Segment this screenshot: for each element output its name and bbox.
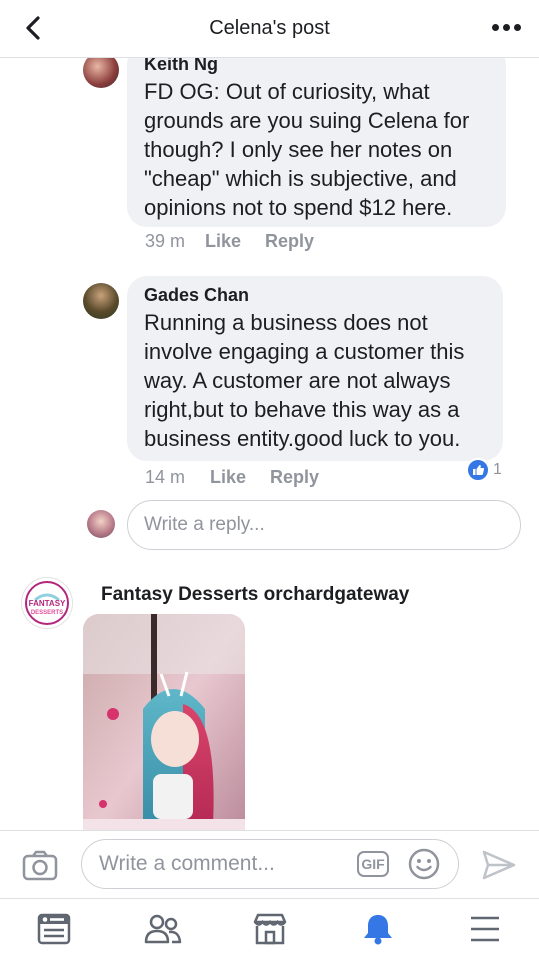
comment-placeholder: Write a comment... (99, 852, 275, 875)
fantasy-desserts-logo: FANTASY DESSERTS (25, 581, 69, 625)
comment-author[interactable]: Keith Ng (144, 57, 492, 75)
current-user-avatar (87, 510, 115, 538)
comment-thread: Keith Ng FD OG: Out of curiosity, what g… (0, 57, 539, 830)
reaction-summary[interactable]: 1 (466, 458, 502, 482)
reply-button[interactable]: Reply (270, 467, 319, 488)
avatar[interactable] (83, 283, 119, 319)
comment-composer: Write a comment... GIF (0, 830, 539, 899)
page-title: Celena's post (209, 17, 330, 39)
reply-input[interactable]: Write a reply... (127, 500, 521, 550)
menu-icon[interactable] (468, 912, 502, 946)
notifications-icon[interactable] (361, 912, 395, 946)
comment-bubble: Keith Ng FD OG: Out of curiosity, what g… (127, 57, 506, 227)
friends-icon[interactable] (144, 912, 182, 946)
more-options-icon[interactable] (492, 24, 521, 31)
comment-text: FD OG: Out of curiosity, what grounds ar… (144, 79, 470, 220)
comment-input[interactable]: Write a comment... GIF (81, 839, 459, 889)
reply-button[interactable]: Reply (265, 231, 314, 252)
comment-meta: 39 m Like Reply (145, 231, 314, 252)
avatar[interactable] (83, 57, 119, 88)
like-reaction-icon (466, 458, 490, 482)
comment-time: 14 m (145, 467, 186, 487)
comment-author[interactable]: Fantasy Desserts orchardgateway (101, 584, 409, 606)
comment-time: 39 m (145, 231, 186, 251)
svg-text:FANTASY: FANTASY (29, 599, 66, 608)
comment-author[interactable]: Gades Chan (144, 284, 489, 306)
top-bar: Celena's post (0, 0, 539, 58)
news-feed-icon[interactable] (37, 912, 71, 946)
comment-bubble: Gades Chan Running a business does not i… (127, 276, 503, 461)
comment-photo[interactable] (83, 614, 245, 830)
like-button[interactable]: Like (205, 231, 241, 252)
emoji-icon[interactable] (408, 848, 440, 880)
reaction-count: 1 (493, 461, 502, 478)
marketplace-icon[interactable] (252, 912, 288, 946)
comment-text: Running a business does not involve enga… (144, 310, 465, 451)
send-icon[interactable] (482, 849, 516, 881)
comment-meta: 14 m Like Reply (145, 467, 319, 488)
svg-text:DESSERTS: DESSERTS (31, 610, 63, 616)
camera-icon[interactable] (22, 849, 58, 881)
bottom-tab-bar (0, 898, 539, 961)
like-button[interactable]: Like (210, 467, 246, 488)
page-avatar[interactable]: FANTASY DESSERTS (21, 577, 73, 629)
gif-button[interactable]: GIF (357, 851, 389, 877)
